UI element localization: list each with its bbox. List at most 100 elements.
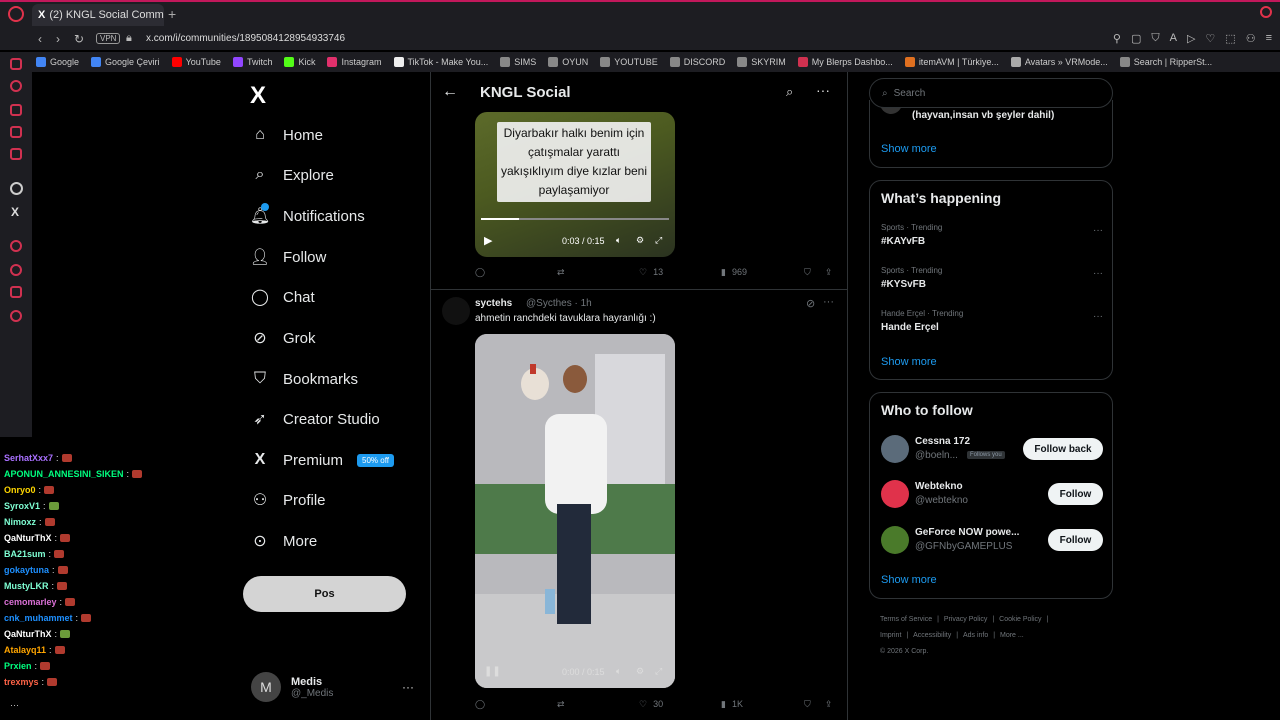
follow-button[interactable]: Follow — [1048, 529, 1103, 551]
bookmark-item[interactable]: OYUN — [548, 57, 588, 67]
browser-tab[interactable]: X (2) KNGL Social Comm — [32, 4, 164, 26]
fullscreen-icon[interactable]: ⤢ — [655, 666, 662, 677]
chat-username[interactable]: QaNturThX — [4, 629, 52, 639]
sidebar-player-icon[interactable] — [10, 240, 22, 252]
bookmark-item[interactable]: itemAVM | Türkiye... — [904, 57, 999, 67]
url-field[interactable]: x.com/i/communities/1895084128954933746 — [146, 33, 345, 44]
avatar[interactable] — [442, 297, 470, 325]
vpn-badge[interactable]: VPN — [96, 33, 121, 44]
bookmark-item[interactable]: Avatars » VRMode... — [1010, 57, 1108, 67]
bookmark-item[interactable]: YOUTUBE — [600, 57, 658, 67]
sidebar-tv-icon[interactable] — [10, 58, 22, 70]
views-button[interactable]: ▮ 969 — [721, 267, 747, 278]
bookmark-item[interactable]: SIMS — [500, 57, 536, 67]
menu-icon[interactable]: ≡ — [1266, 32, 1272, 45]
bookmark-item[interactable]: Google Çeviri — [91, 57, 160, 67]
reply-icon[interactable]: ◯ — [475, 699, 485, 710]
avatar[interactable] — [881, 480, 909, 508]
show-more-link[interactable]: Show more — [881, 143, 937, 155]
fullscreen-icon[interactable]: ⤢ — [655, 235, 662, 246]
nav-item-profile[interactable]: ⚇ Profile — [251, 486, 326, 514]
settings-icon[interactable]: ⚙ — [636, 666, 644, 677]
bookmark-item[interactable]: Instagram — [327, 57, 382, 67]
pause-icon[interactable]: ❚❚ — [484, 666, 501, 677]
video-progress-track[interactable] — [481, 218, 669, 220]
repost-icon[interactable]: ⇄ — [557, 267, 565, 278]
avatar[interactable] — [881, 526, 909, 554]
nav-item-follow[interactable]: 👤︎ Follow — [250, 243, 327, 271]
chat-more-icon[interactable]: ··· — [10, 700, 19, 710]
chat-username[interactable]: Onryo0 — [4, 485, 36, 495]
profile-icon[interactable]: ⚇ — [1246, 32, 1256, 45]
footer-link[interactable]: Ads info — [963, 632, 988, 639]
sidebar-history-icon[interactable] — [10, 264, 22, 276]
footer-link[interactable]: Privacy Policy — [944, 616, 988, 623]
heart-icon[interactable]: ♡ — [1205, 32, 1215, 45]
snapshot-icon[interactable]: ▢ — [1131, 32, 1141, 45]
opera-logo-icon[interactable] — [8, 6, 24, 22]
follow-button[interactable]: Follow — [1048, 483, 1103, 505]
footer-link[interactable]: More ... — [1000, 632, 1024, 639]
bookmark-item[interactable]: DISCORD — [669, 57, 725, 67]
footer-link[interactable]: Cookie Policy — [999, 616, 1041, 623]
bookmark-item[interactable]: SKYRIM — [737, 57, 786, 67]
nav-item-grok[interactable]: ⊘ Grok — [251, 324, 315, 352]
shield-icon[interactable]: ⛉ — [1151, 32, 1159, 45]
play-icon[interactable]: ▶ — [484, 234, 492, 247]
more-options-icon[interactable]: ··· — [1093, 311, 1103, 322]
video-player[interactable] — [475, 334, 675, 688]
follow-name[interactable]: Cessna 172 — [915, 436, 970, 447]
sidebar-extension-icon[interactable] — [10, 286, 22, 298]
nav-item-bookmarks[interactable]: ⛉ Bookmarks — [251, 365, 358, 393]
chat-username[interactable]: trexmys — [4, 677, 39, 687]
like-button[interactable]: ♡ 13 — [639, 267, 663, 278]
reply-icon[interactable]: ◯ — [475, 267, 485, 278]
reload-icon[interactable]: ↻ — [74, 32, 84, 46]
play-icon[interactable]: ▷ — [1187, 32, 1195, 45]
author-name[interactable]: syctehs — [475, 298, 512, 309]
forward-nav-icon[interactable]: › — [56, 32, 60, 46]
pin-icon[interactable]: ⚲ — [1113, 32, 1121, 45]
chat-username[interactable]: MustyLKR — [4, 581, 49, 591]
chat-username[interactable]: gokaytuna — [4, 565, 49, 575]
chat-username[interactable]: QaNturThX — [4, 533, 52, 543]
trend-item[interactable]: Hande Erçel · Trending Hande Erçel ··· — [881, 309, 1103, 343]
footer-link[interactable]: Terms of Service — [880, 616, 932, 623]
like-button[interactable]: ♡ 30 — [639, 699, 663, 710]
tab-search-icon[interactable] — [1260, 6, 1272, 18]
settings-icon[interactable]: ⚙ — [636, 235, 644, 246]
back-nav-icon[interactable]: ‹ — [38, 32, 42, 46]
more-options-icon[interactable]: ··· — [816, 82, 830, 98]
footer-link[interactable]: Imprint — [880, 632, 901, 639]
search-input[interactable]: ⌕ Search — [869, 78, 1113, 108]
extensions-icon[interactable]: ⬚ — [1225, 32, 1235, 45]
nav-item-more[interactable]: ⊙ More — [251, 527, 317, 555]
sidebar-game-icon[interactable] — [10, 126, 22, 138]
footer-link[interactable]: Accessibility — [913, 632, 951, 639]
views-button[interactable]: ▮ 1K — [721, 699, 743, 710]
search-icon[interactable]: ⌕ — [786, 84, 793, 100]
follow-name[interactable]: Webtekno — [915, 481, 963, 492]
nav-item-notifications[interactable]: 🔔︎ Notifications — [250, 202, 365, 230]
follow-button[interactable]: Follow back — [1023, 438, 1103, 460]
bookmark-item[interactable]: Google — [36, 57, 79, 67]
nav-item-home[interactable]: ⌂ Home — [251, 121, 323, 149]
bookmark-item[interactable]: YouTube — [171, 57, 221, 67]
post-button[interactable]: Pos — [243, 576, 406, 612]
author-handle[interactable]: @Sycthes · 1h — [526, 298, 592, 309]
account-more-icon[interactable]: ··· — [402, 680, 414, 694]
lock-icon[interactable]: 🔒︎ — [126, 32, 132, 45]
new-tab-button[interactable]: + — [168, 6, 176, 22]
more-options-icon[interactable]: ··· — [823, 296, 834, 308]
share-icon[interactable]: ⇪ — [825, 267, 833, 278]
sidebar-chatgpt-icon[interactable] — [10, 182, 23, 195]
bookmark-icon[interactable]: ⛉ — [804, 699, 811, 710]
chat-username[interactable]: Nimoxz — [4, 517, 36, 527]
sidebar-bag-icon[interactable] — [10, 104, 22, 116]
sidebar-settings-icon[interactable] — [10, 310, 22, 322]
grok-icon[interactable]: ⊘ — [806, 297, 815, 310]
translate-icon[interactable]: A — [1170, 32, 1177, 45]
repost-icon[interactable]: ⇄ — [557, 699, 565, 710]
bookmark-icon[interactable]: ⛉ — [804, 267, 811, 278]
mute-icon[interactable]: 🔈︎ — [616, 666, 621, 677]
